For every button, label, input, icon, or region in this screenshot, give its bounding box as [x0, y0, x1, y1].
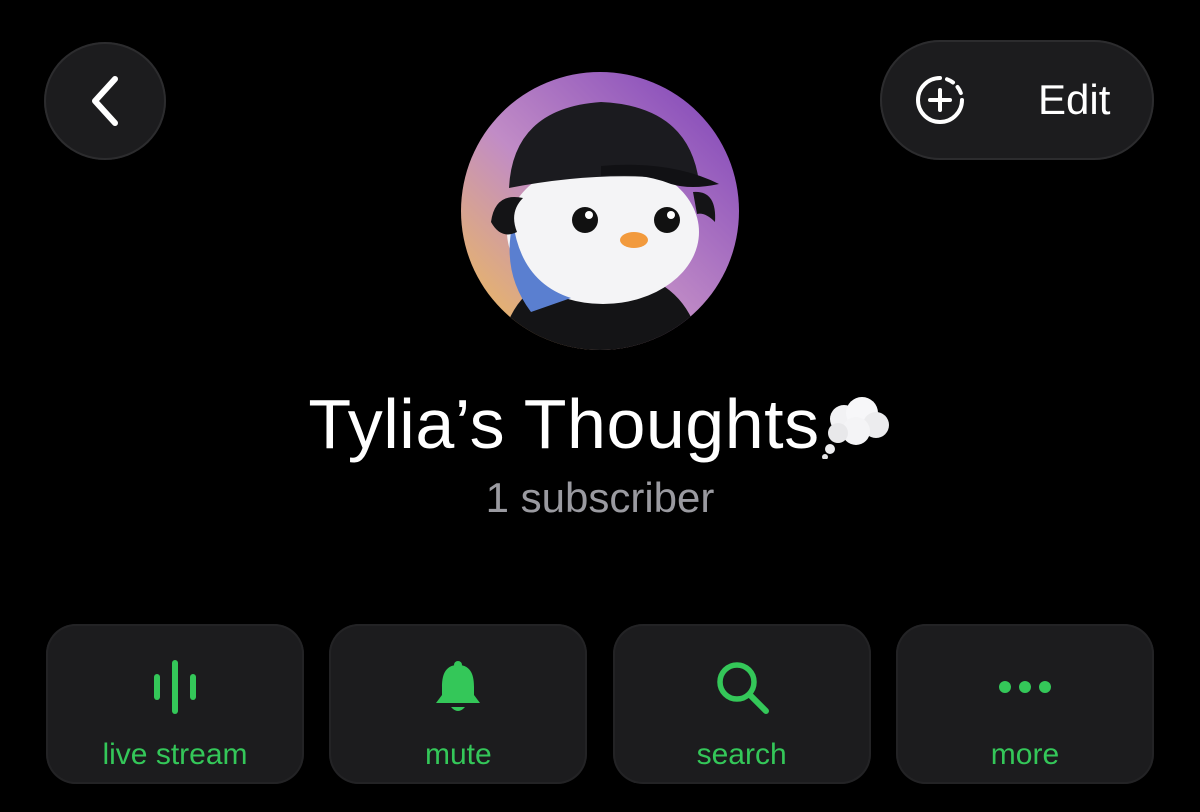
more-button[interactable]: more [895, 624, 1154, 784]
thought-balloon-icon [821, 397, 889, 459]
add-story-button[interactable] [880, 40, 1000, 160]
live-stream-button[interactable]: live stream [46, 624, 304, 784]
search-button[interactable]: search [612, 624, 871, 784]
header-actions: Edit [880, 40, 1154, 160]
title-row: Tylia’s Thoughts [0, 384, 1200, 464]
channel-title: Tylia’s Thoughts [308, 385, 820, 463]
subscriber-count: 1 subscriber [485, 474, 715, 521]
add-story-icon [916, 76, 964, 124]
live-stream-icon [140, 652, 210, 722]
mute-button[interactable]: mute [329, 624, 588, 784]
chevron-left-icon [92, 76, 118, 126]
live-stream-label: live stream [102, 738, 248, 771]
edit-button[interactable]: Edit [1038, 76, 1110, 124]
mute-label: mute [424, 738, 492, 771]
back-button[interactable] [44, 42, 166, 160]
action-bar: live stream mute search more [46, 624, 1154, 784]
penguin-avatar[interactable] [461, 72, 739, 350]
search-icon [707, 652, 777, 722]
more-label: more [990, 738, 1060, 771]
more-icon [990, 652, 1060, 722]
search-label: search [696, 738, 787, 771]
bell-icon [423, 652, 493, 722]
